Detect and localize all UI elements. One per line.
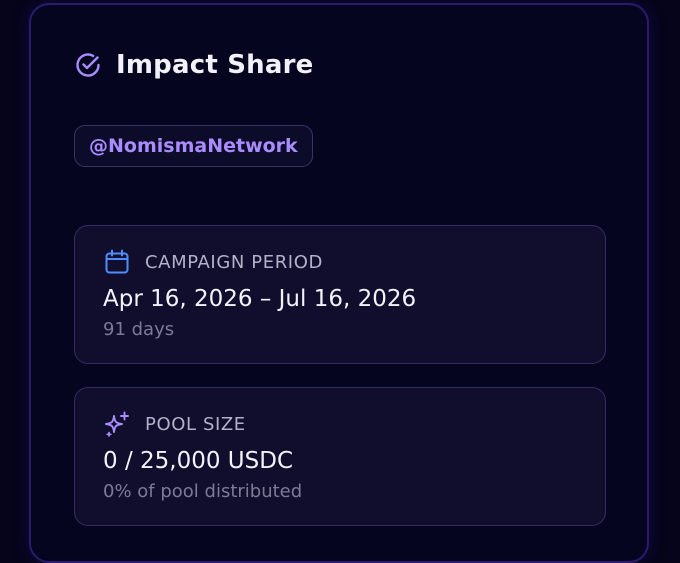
- campaign-period-label-row: CAMPAIGN PERIOD: [103, 248, 323, 276]
- campaign-period-value: Apr 16, 2026 – Jul 16, 2026: [103, 286, 417, 312]
- pool-size-label-row: POOL SIZE: [103, 410, 246, 438]
- network-tag[interactable]: @NomismaNetwork: [74, 125, 313, 167]
- pool-size-value: 0 / 25,000 USDC: [103, 448, 293, 474]
- campaign-period-label: CAMPAIGN PERIOD: [145, 251, 323, 273]
- check-circle-icon: [76, 53, 100, 77]
- pool-distributed-text: 0% of pool distributed: [103, 481, 303, 502]
- campaign-period-card: CAMPAIGN PERIOD Apr 16, 2026 – Jul 16, 2…: [74, 225, 606, 364]
- panel-title: Impact Share: [116, 50, 314, 80]
- pool-size-label: POOL SIZE: [145, 413, 246, 435]
- pool-size-card: POOL SIZE 0 / 25,000 USDC 0% of pool dis…: [74, 387, 606, 526]
- calendar-icon: [105, 249, 129, 274]
- sparkles-icon: [105, 411, 129, 437]
- campaign-period-duration: 91 days: [103, 319, 175, 340]
- panel-header: Impact Share: [74, 50, 313, 80]
